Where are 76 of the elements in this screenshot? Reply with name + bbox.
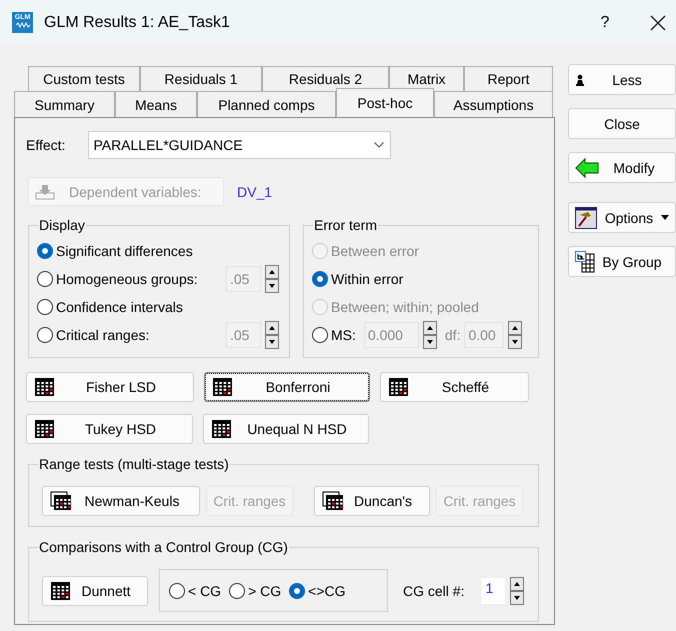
spinner[interactable] xyxy=(510,576,524,604)
radio-button[interactable] xyxy=(37,271,53,287)
group-title: Comparisons with a Control Group (CG) xyxy=(38,539,289,555)
table-icon xyxy=(34,419,56,439)
tab[interactable]: Residuals 2 xyxy=(262,66,389,91)
test-button[interactable]: Scheffé xyxy=(380,372,529,402)
close-icon[interactable] xyxy=(650,14,666,30)
test-button[interactable]: Fisher LSD xyxy=(26,372,194,402)
tab[interactable]: Assumptions xyxy=(434,91,553,117)
table-icon xyxy=(34,377,56,397)
dialog-button[interactable]: Close xyxy=(568,108,676,139)
table-icon xyxy=(212,377,234,397)
option-label: < CG xyxy=(188,582,222,598)
radio-button[interactable] xyxy=(37,299,53,315)
effect-label: Effect: xyxy=(26,137,66,153)
group-title: Display xyxy=(38,217,86,233)
tab[interactable]: Planned comps xyxy=(197,91,336,117)
option-label: Homogeneous groups: xyxy=(56,271,199,287)
option-label: Confidence intervals xyxy=(56,299,184,315)
group-title: Error term xyxy=(313,217,378,233)
radio-button[interactable] xyxy=(37,243,53,259)
cg-cell-label: CG cell #: xyxy=(403,582,464,598)
radio-button[interactable] xyxy=(289,582,306,598)
tab[interactable]: Residuals 1 xyxy=(140,66,262,91)
radio-button[interactable] xyxy=(312,271,328,287)
tab[interactable]: Report xyxy=(464,66,553,91)
option-label: Between; within; pooled xyxy=(331,299,479,315)
table-icon xyxy=(575,250,595,272)
table-icon xyxy=(50,580,72,600)
less-button[interactable]: Less xyxy=(568,64,676,95)
dunnett-button[interactable]: Dunnett xyxy=(42,576,148,606)
option-label: MS: xyxy=(331,327,356,343)
download-icon xyxy=(35,184,55,200)
option-label: Critical ranges: xyxy=(56,327,150,343)
option-label: Within error xyxy=(331,271,404,287)
tab[interactable]: Means xyxy=(115,91,197,117)
options-button[interactable]: Options xyxy=(568,202,676,233)
tab[interactable]: Custom tests xyxy=(28,66,140,91)
cg-cell-field[interactable]: 1 xyxy=(480,576,506,604)
table-icon xyxy=(388,377,410,397)
tab[interactable]: Summary xyxy=(14,91,115,117)
test-button[interactable]: Newman-Keuls xyxy=(42,486,200,516)
test-button[interactable]: Unequal N HSD xyxy=(203,414,369,444)
option-label: > CG xyxy=(248,582,282,598)
radio-button[interactable] xyxy=(37,327,53,343)
option-label: Significant differences xyxy=(56,243,194,259)
test-button[interactable]: Tukey HSD xyxy=(26,414,193,444)
spinner[interactable] xyxy=(422,321,437,349)
help-button[interactable]: ? xyxy=(590,14,620,32)
spinner[interactable] xyxy=(265,265,279,293)
radio-button[interactable] xyxy=(229,582,246,598)
table-icon xyxy=(211,419,233,439)
radio-button[interactable] xyxy=(312,327,328,343)
table-icon xyxy=(50,491,72,511)
dropdown-caret-icon xyxy=(661,215,669,220)
df-label: df: xyxy=(444,327,460,343)
table-icon xyxy=(322,491,344,511)
test-button[interactable]: Duncan's xyxy=(314,486,430,516)
pawn-icon xyxy=(575,74,585,86)
option-label: Between error xyxy=(331,243,419,259)
effect-dropdown[interactable]: PARALLEL*GUIDANCE xyxy=(88,131,392,159)
group-title: Range tests (multi-stage tests) xyxy=(38,456,230,472)
window-title: GLM Results 1: AE_Task1 xyxy=(44,14,230,32)
radio-button[interactable] xyxy=(169,582,185,598)
spinner[interactable] xyxy=(508,321,522,349)
option-label: <>CG xyxy=(308,582,346,598)
spinner[interactable] xyxy=(265,321,279,349)
bygroup-button[interactable]: By Group xyxy=(568,246,676,277)
hammer-icon xyxy=(575,206,597,228)
test-button[interactable]: Bonferroni xyxy=(204,372,370,402)
dependent-variable-value: DV_1 xyxy=(237,184,272,200)
modify-button[interactable]: Modify xyxy=(568,152,676,183)
chevron-icon xyxy=(374,142,384,148)
arrow-icon xyxy=(575,158,599,178)
tab[interactable]: Post-hoc xyxy=(336,88,434,117)
tab[interactable]: Matrix xyxy=(389,66,464,91)
